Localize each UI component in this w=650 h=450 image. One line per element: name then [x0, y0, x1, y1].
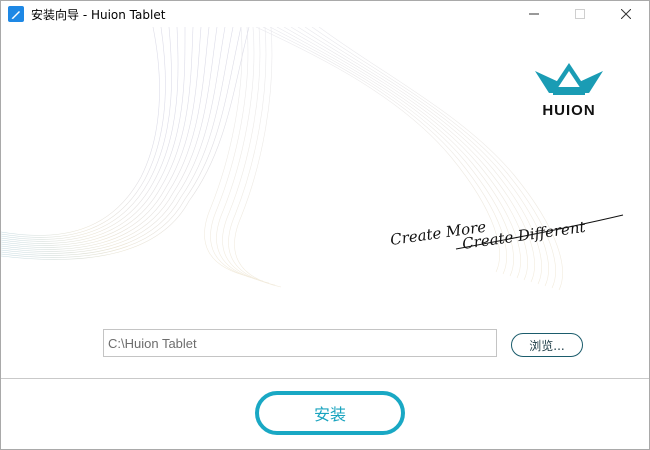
maximize-button[interactable]: [557, 1, 603, 27]
title-bar[interactable]: 安装向导 - Huion Tablet: [1, 1, 649, 27]
install-button[interactable]: 安装: [255, 391, 405, 435]
install-button-label: 安装: [313, 405, 346, 424]
minimize-button[interactable]: [511, 1, 557, 27]
app-pen-icon: [8, 6, 24, 22]
browse-button[interactable]: 浏览...: [511, 333, 583, 357]
window-controls: [511, 1, 649, 27]
browse-button-label: 浏览...: [529, 338, 565, 353]
install-path-input[interactable]: [103, 329, 497, 357]
installer-window: 安装向导 - Huion Tablet HUION Create More Cr…: [0, 0, 650, 450]
brand-wordmark: HUION: [542, 102, 595, 119]
banner-graphic: HUION Create More Create Different: [1, 27, 624, 291]
huion-logo: HUION: [535, 63, 603, 119]
window-title: 安装向导 - Huion Tablet: [31, 7, 166, 22]
footer-divider: [1, 378, 649, 379]
crown-icon: [535, 63, 603, 95]
close-button[interactable]: [603, 1, 649, 27]
